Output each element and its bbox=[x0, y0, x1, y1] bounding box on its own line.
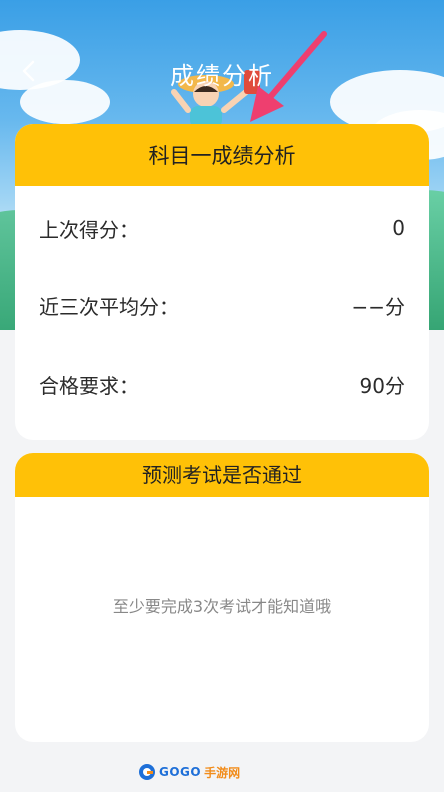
prediction-message: 至少要完成3次考试才能知道哦 bbox=[112, 597, 332, 616]
watermark-brand: GOGO bbox=[159, 765, 202, 779]
score-analysis-card: 科目一成绩分析 上次得分： 0 近三次平均分： −−分 合格要求： 90分 bbox=[15, 124, 429, 440]
pass-requirement-row: 合格要求： 90分 bbox=[39, 364, 405, 404]
watermark-brand-suffix: 手游网 bbox=[204, 765, 241, 780]
gogo-logo-icon bbox=[139, 764, 155, 780]
last-score-row: 上次得分： 0 bbox=[39, 208, 405, 248]
row-label: 上次得分： bbox=[39, 217, 139, 242]
prediction-card: 预测考试是否通过 至少要完成3次考试才能知道哦 bbox=[15, 453, 429, 742]
row-label: 合格要求： bbox=[39, 373, 139, 398]
row-label: 近三次平均分： bbox=[39, 294, 179, 319]
average-score-row: 近三次平均分： −−分 bbox=[39, 285, 405, 325]
card-title: 科目一成绩分析 bbox=[15, 124, 429, 186]
watermark-logo: GOGO 手游网 bbox=[138, 762, 240, 782]
row-value: 0 bbox=[392, 216, 405, 240]
page-title: 成绩分析 bbox=[170, 62, 274, 90]
card-title: 预测考试是否通过 bbox=[15, 453, 429, 497]
row-value: −−分 bbox=[351, 294, 405, 319]
row-value: 90分 bbox=[359, 373, 405, 398]
